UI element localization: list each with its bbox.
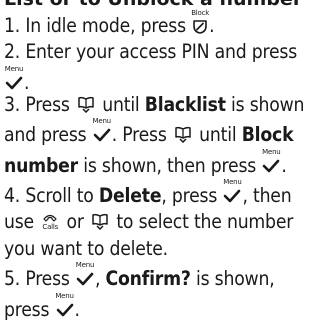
menu-tick-icon: Menu [92, 118, 112, 144]
phonebook-nav-icon [174, 125, 192, 144]
menu-tick-icon: Menu [4, 65, 24, 92]
menu-tick-icon: Menu [75, 262, 95, 288]
step-number: 2. [4, 40, 21, 64]
calls-icon: Calls [41, 212, 59, 231]
step-4: 4. Scroll to Delete, press Menu, then us… [4, 178, 294, 260]
step-number: 3. [4, 92, 21, 116]
end-call-icon: Block [191, 10, 209, 36]
section-heading: List or to Unblock a number [4, 0, 320, 10]
step-number: 1. [4, 14, 21, 37]
menu-tick-icon: Menu [55, 292, 75, 319]
phonebook-nav-icon [91, 212, 109, 231]
step-number: 5. [4, 267, 21, 291]
phonebook-nav-icon [77, 95, 95, 113]
step-2-continuation: Menu. [4, 64, 30, 94]
menu-tick-icon: Menu [222, 179, 242, 205]
step-3: 3. Press until Blacklist is shown and pr… [4, 92, 305, 177]
step-2: 2. Enter your access PIN and press [4, 40, 297, 64]
menu-tick-icon: Menu [261, 148, 281, 175]
step-1: 1. In idle mode, press Block. [4, 9, 215, 38]
step-number: 4. [4, 184, 21, 208]
instruction-page: List or to Unblock a number 1. In idle m… [4, 0, 320, 323]
